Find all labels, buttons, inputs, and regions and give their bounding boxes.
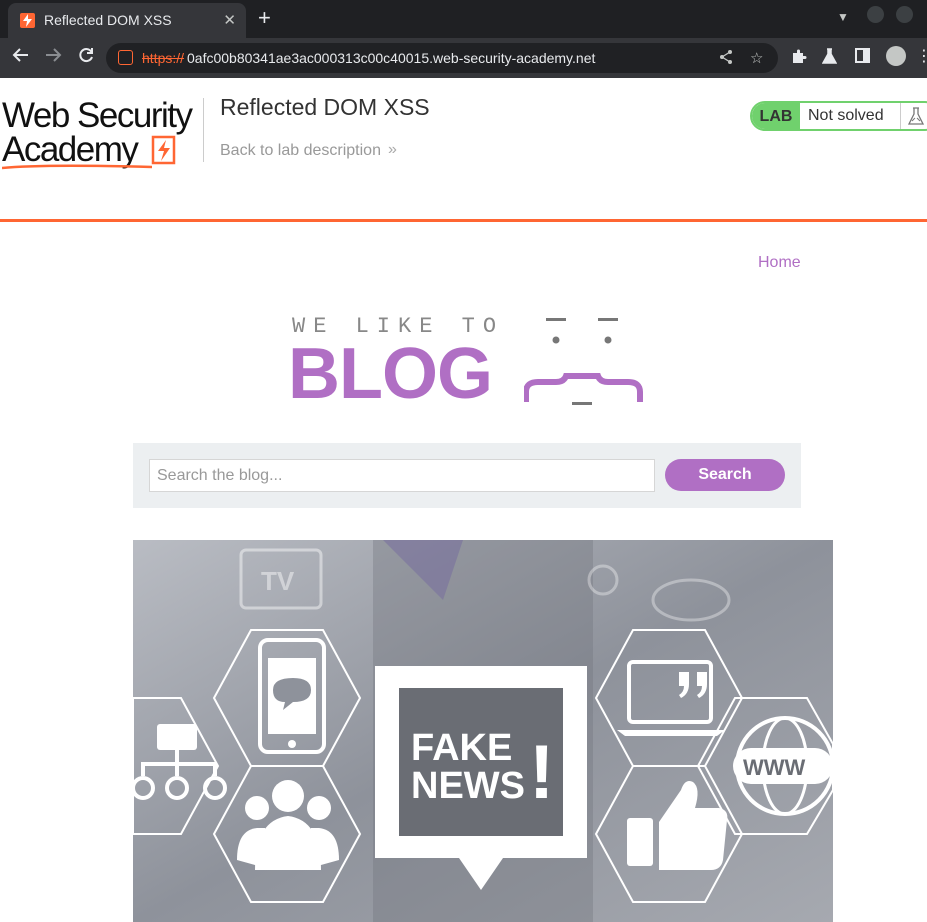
header-divider: [203, 98, 204, 162]
search-button[interactable]: Search: [665, 459, 785, 491]
svg-text:NEWS: NEWS: [411, 765, 525, 807]
blog-face-icon: [524, 318, 643, 405]
blog-post-image[interactable]: TV FAKE NEWS ! WWW: [133, 540, 833, 922]
svg-text:!: !: [529, 730, 554, 815]
close-tab-icon[interactable]: ✕: [223, 11, 236, 29]
browser-tab-bar: Reflected DOM XSS ✕ + ▼: [0, 0, 927, 38]
bookmark-star-icon[interactable]: ☆: [750, 49, 763, 67]
search-input[interactable]: [149, 459, 655, 492]
svg-text:WWW: WWW: [743, 755, 806, 780]
double-chevron-right-icon: »: [388, 141, 397, 158]
logo-text-line2: Academy: [2, 130, 139, 169]
lab-favicon-icon: [20, 13, 35, 28]
maximize-window-button[interactable]: [896, 6, 913, 23]
logo-text-line1: Web Security: [2, 96, 193, 135]
lab-badge: LAB: [752, 103, 800, 129]
url-scheme: https://: [142, 50, 185, 66]
side-panel-icon[interactable]: [855, 48, 870, 67]
lab-status-widget: LAB Not solved: [750, 101, 927, 131]
lab-flask-icon: [900, 103, 927, 129]
address-bar[interactable]: https:// 0afc00b80341ae3ac000313c00c4001…: [106, 43, 778, 73]
tab-title: Reflected DOM XSS: [44, 12, 172, 28]
fake-news-bubble: FAKE NEWS !: [375, 666, 587, 890]
forward-arrow-icon[interactable]: [44, 46, 62, 69]
url-host: 0afc00b80341ae3ac000313c00c40015.web-sec…: [187, 50, 596, 66]
site-info-icon[interactable]: [118, 50, 133, 65]
browser-menu-icon[interactable]: ⋮: [916, 46, 927, 66]
minimize-window-button[interactable]: [867, 6, 884, 23]
nav-home-link[interactable]: Home: [758, 254, 801, 272]
back-to-lab-description-link[interactable]: Back to lab description: [220, 142, 381, 160]
back-arrow-icon[interactable]: [12, 46, 30, 69]
academy-bolt-icon: [151, 135, 176, 165]
share-icon[interactable]: [718, 49, 734, 69]
svg-text:TV: TV: [261, 566, 295, 596]
new-tab-button[interactable]: +: [258, 6, 271, 30]
extensions-icon[interactable]: [790, 48, 807, 69]
svg-text:FAKE: FAKE: [411, 727, 512, 769]
fake-news-illustration: TV FAKE NEWS ! WWW: [133, 540, 833, 922]
lab-title: Reflected DOM XSS: [220, 94, 430, 120]
lab-status-text: Not solved: [808, 107, 884, 124]
header-accent-rule: [0, 219, 927, 222]
labs-flask-icon[interactable]: [821, 48, 838, 68]
search-panel: Search: [133, 443, 801, 508]
browser-toolbar: https:// 0afc00b80341ae3ac000313c00c4001…: [0, 38, 927, 78]
reload-icon[interactable]: [77, 46, 95, 69]
profile-avatar-icon[interactable]: [886, 46, 906, 66]
logo-underline-swoosh: [2, 164, 152, 170]
blog-banner: WE LIKE TO BLOG: [288, 312, 646, 414]
banner-title: BLOG: [288, 334, 493, 414]
academy-header: Web Security Academy Reflected DOM XSS B…: [0, 78, 927, 220]
browser-tab[interactable]: Reflected DOM XSS ✕: [8, 3, 246, 38]
tab-search-chevron-icon[interactable]: ▼: [837, 10, 849, 24]
